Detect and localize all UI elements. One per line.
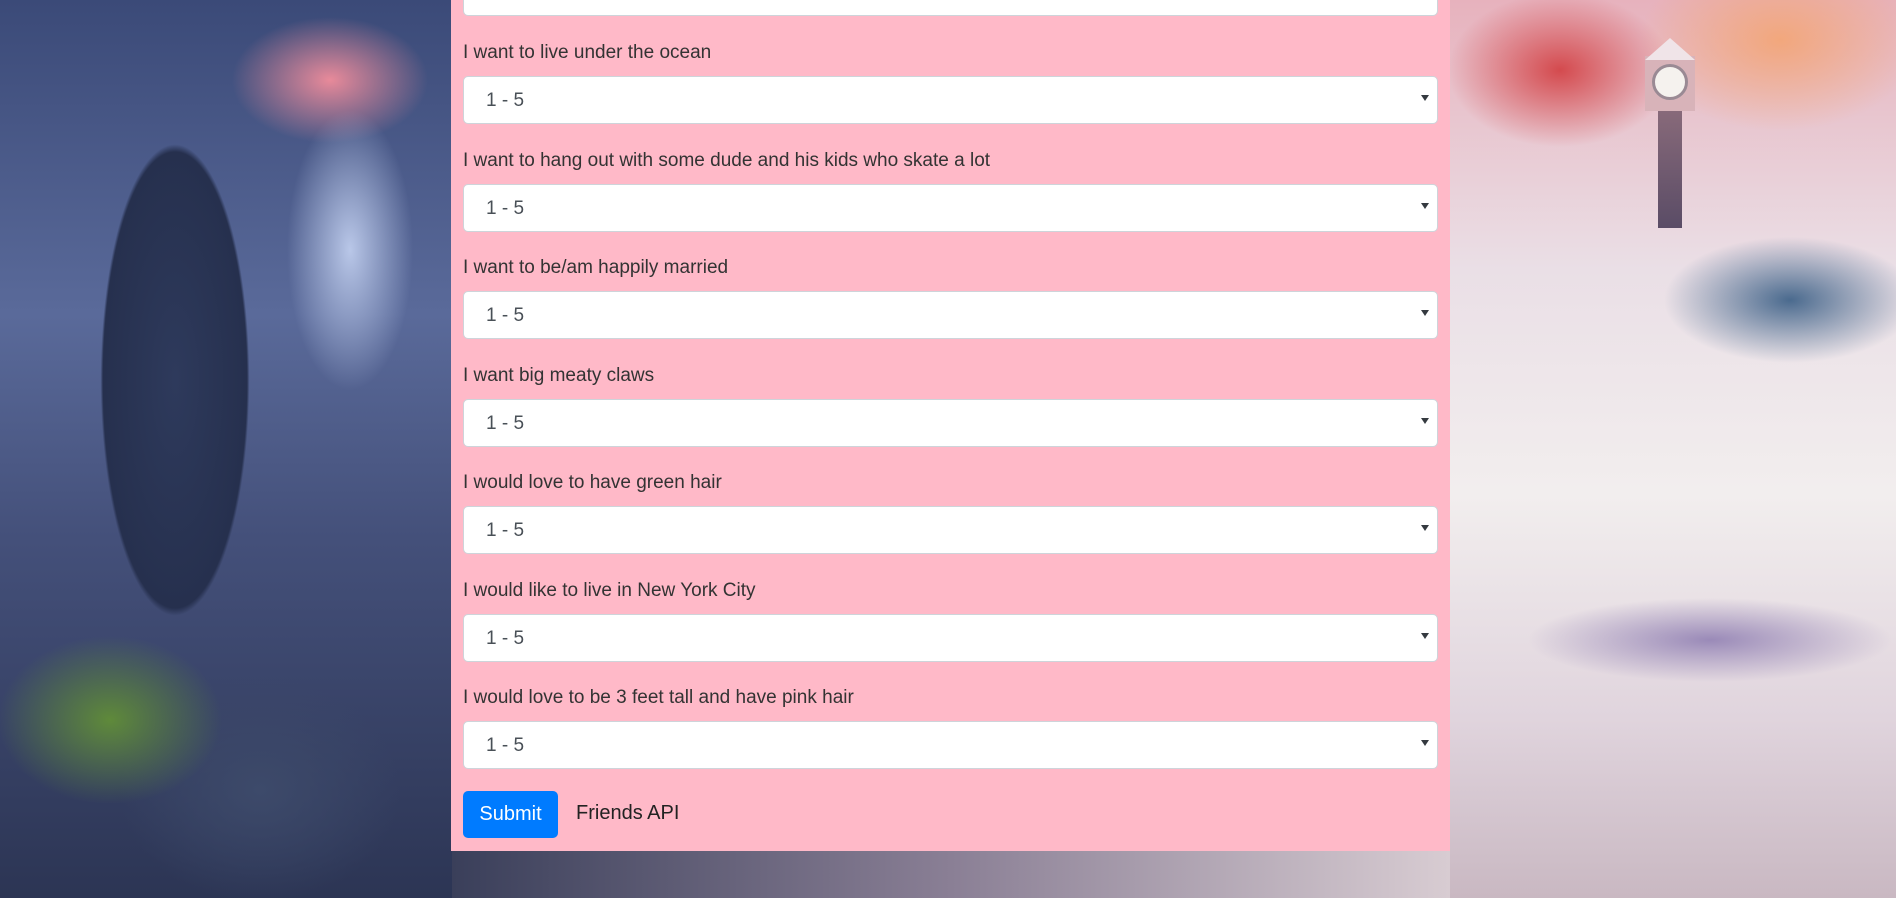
rating-select[interactable]: 1 - 5 [463,399,1438,447]
background-bottom-strip [452,851,1450,898]
previous-select-box[interactable] [463,0,1438,16]
friends-api-link[interactable]: Friends API [576,802,679,825]
rating-select-value: 1 - 5 [486,198,525,219]
question-label: I want big meaty claws [463,365,655,386]
rating-select[interactable]: 1 - 5 [463,614,1438,662]
rating-select-value: 1 - 5 [486,413,525,434]
chevron-down-icon [1421,633,1429,639]
rating-select[interactable]: 1 - 5 [463,721,1438,769]
chevron-down-icon [1421,740,1429,746]
question-label: I want to be/am happily married [463,257,729,278]
rating-select[interactable]: 1 - 5 [463,506,1438,554]
question-label: I want to live under the ocean [463,42,712,63]
chevron-down-icon [1421,203,1429,209]
rating-select-value: 1 - 5 [486,735,525,756]
clock-tower [1645,38,1695,228]
question-label: I would love to have green hair [463,472,722,493]
background-forest-left [0,0,452,898]
rating-select-value: 1 - 5 [486,305,525,326]
question-label: I would love to be 3 feet tall and have … [463,687,854,708]
rating-select[interactable]: 1 - 5 [463,291,1438,339]
question-label: I want to hang out with some dude and hi… [463,150,991,171]
chevron-down-icon [1421,418,1429,424]
survey-panel: I want to live under the ocean 1 - 5 I w… [451,0,1450,851]
chevron-down-icon [1421,525,1429,531]
question-label: I would like to live in New York City [463,580,756,601]
rating-select[interactable]: 1 - 5 [463,76,1438,124]
chevron-down-icon [1421,310,1429,316]
rating-select-value: 1 - 5 [486,90,525,111]
chevron-down-icon [1421,95,1429,101]
rating-select[interactable]: 1 - 5 [463,184,1438,232]
rating-select-value: 1 - 5 [486,520,525,541]
submit-button[interactable]: Submit [463,791,558,838]
rating-select-value: 1 - 5 [486,628,525,649]
